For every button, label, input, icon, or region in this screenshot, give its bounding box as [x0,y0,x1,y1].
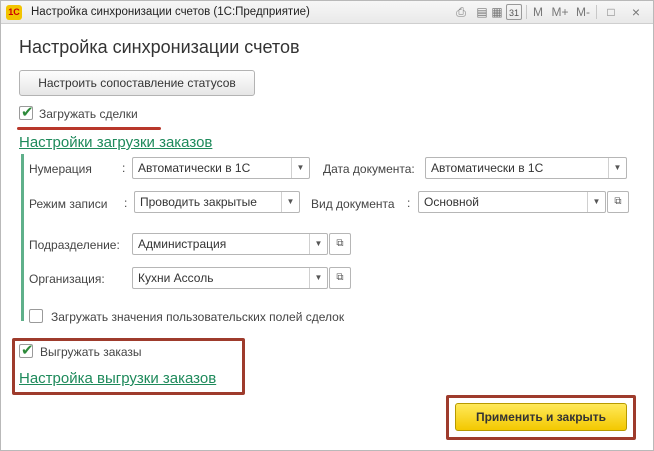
memory-minus-button[interactable]: M- [575,4,591,20]
organization-label: Организация: [29,272,105,286]
chevron-down-icon[interactable]: ▼ [309,268,327,288]
memory-plus-button[interactable]: M+ [551,4,569,20]
department-value: Администрация [138,237,227,251]
numbering-label: Нумерация [29,162,92,176]
calculator-icon[interactable]: ▦ [489,4,505,20]
numbering-select[interactable]: Автоматически в 1С ▼ [132,157,310,179]
organization-select[interactable]: Кухни Ассоль ▼ [132,267,328,289]
checkmark-icon: ✔ [21,104,34,121]
document-type-select[interactable]: Основной ▼ [418,191,606,213]
toolbar-separator [596,5,597,19]
load-deals-label: Загружать сделки [39,107,138,121]
export-orders-label: Выгружать заказы [40,345,142,359]
export-settings-link[interactable]: Настройка выгрузки заказов [19,370,216,387]
toolbar-separator [526,5,527,19]
organization-value: Кухни Ассоль [138,271,214,285]
colon-separator: : [407,196,411,210]
highlight-underline [17,127,161,130]
export-orders-checkbox[interactable]: ✔ [19,342,34,359]
settings-window: 1С Настройка синхронизации счетов (1С:Пр… [0,0,654,451]
load-custom-fields-checkbox[interactable] [29,309,43,323]
load-custom-fields-label: Загружать значения пользовательских поле… [51,310,345,324]
write-mode-select[interactable]: Проводить закрытые ▼ [134,191,300,213]
colon-separator: : [122,161,126,175]
checkmark-icon: ✔ [21,342,34,359]
chevron-down-icon[interactable]: ▼ [309,234,327,254]
close-icon[interactable]: × [629,4,643,20]
department-label: Подразделение: [29,238,120,252]
document-date-value: Автоматически в 1С [431,161,544,175]
open-icon[interactable]: ⧉ [329,233,351,255]
write-mode-value: Проводить закрытые [140,195,257,209]
colon-separator: : [124,196,128,210]
app-logo-icon: 1С [6,5,22,20]
numbering-value: Автоматически в 1С [138,161,251,175]
apply-and-close-button[interactable]: Применить и закрыть [455,403,627,431]
load-settings-link[interactable]: Настройки загрузки заказов [19,134,212,151]
title-bar: 1С Настройка синхронизации счетов (1С:Пр… [1,1,653,24]
document-type-label: Вид документа [311,197,395,211]
load-deals-checkbox[interactable]: ✔ [19,104,34,121]
department-select[interactable]: Администрация ▼ [132,233,328,255]
configure-statuses-button[interactable]: Настроить сопоставление статусов [19,70,255,96]
document-date-label: Дата документа: [323,162,415,176]
window-title: Настройка синхронизации счетов (1С:Предп… [31,6,310,18]
chevron-down-icon[interactable]: ▼ [608,158,626,178]
print-icon[interactable]: ⎙ [453,4,469,20]
open-icon[interactable]: ⧉ [607,191,629,213]
document-date-select[interactable]: Автоматически в 1С ▼ [425,157,627,179]
page-title: Настройка синхронизации счетов [19,37,300,57]
calendar-icon[interactable]: 31 [506,4,522,20]
save-icon[interactable]: ▤ [474,4,490,20]
open-icon[interactable]: ⧉ [329,267,351,289]
document-type-value: Основной [424,195,480,209]
chevron-down-icon[interactable]: ▼ [281,192,299,212]
group-indicator-line [21,154,24,321]
chevron-down-icon[interactable]: ▼ [291,158,309,178]
chevron-down-icon[interactable]: ▼ [587,192,605,212]
memory-button[interactable]: M [532,4,544,20]
write-mode-label: Режим записи [29,197,108,211]
maximize-icon[interactable]: □ [605,4,617,20]
